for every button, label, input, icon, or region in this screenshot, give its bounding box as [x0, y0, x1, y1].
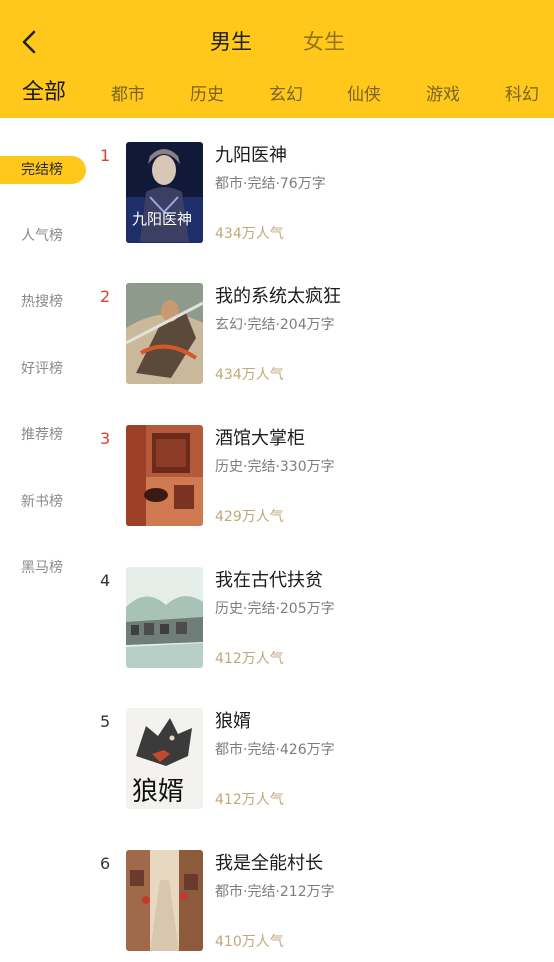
book-meta: 都市·完结·426万字 [215, 742, 335, 758]
book-meta: 玄幻·完结·204万字 [215, 317, 335, 333]
rank-number: 1 [100, 146, 111, 165]
book-item[interactable]: 4 我在古代扶贫 历史·完结·205万字 412万人气 [96, 567, 546, 669]
back-arrow-icon[interactable] [18, 28, 42, 56]
book-item[interactable]: 5 狼婿 狼婿 都市·完结·426万字 412万人气 [96, 708, 546, 810]
svg-text:九阳医神: 九阳医神 [132, 210, 192, 228]
ranking-side-menu: 完结榜 人气榜 热搜榜 好评榜 推荐榜 新书榜 黑马榜 [0, 118, 90, 962]
category-tab-game[interactable]: 游戏 [426, 78, 460, 112]
book-title: 我的系统太疯狂 [215, 286, 341, 307]
category-tab-urban[interactable]: 都市 [111, 78, 145, 112]
side-item-top-rated[interactable]: 好评榜 [0, 355, 86, 383]
book-popularity: 434万人气 [215, 226, 284, 242]
tab-male[interactable]: 男生 [210, 28, 252, 56]
book-cover[interactable]: 狼婿 [126, 708, 203, 809]
rank-number: 5 [100, 712, 111, 731]
svg-text:狼婿: 狼婿 [132, 777, 184, 807]
side-item-hot-search[interactable]: 热搜榜 [0, 288, 86, 316]
category-tab-history[interactable]: 历史 [190, 78, 224, 112]
book-item[interactable]: 2 我的系统太疯狂 玄幻·完结·204万字 434万人气 [96, 283, 546, 385]
book-title: 九阳医神 [215, 145, 287, 166]
category-tab-xianxia[interactable]: 仙侠 [347, 78, 381, 112]
side-item-recommended[interactable]: 推荐榜 [0, 421, 86, 449]
rank-number: 2 [100, 287, 111, 306]
side-item-completed[interactable]: 完结榜 [0, 156, 86, 184]
book-popularity: 412万人气 [215, 792, 284, 808]
category-tab-fantasy[interactable]: 玄幻 [269, 78, 303, 112]
book-meta: 历史·完结·205万字 [215, 601, 335, 617]
book-popularity: 412万人气 [215, 651, 284, 667]
rank-number: 6 [100, 854, 111, 873]
book-title: 酒馆大掌柜 [215, 428, 305, 449]
book-cover[interactable]: 九阳医神 [126, 142, 203, 243]
top-header: 男生 女生 全部 都市 历史 玄幻 仙侠 游戏 科幻 [0, 0, 554, 118]
book-title: 狼婿 [215, 711, 251, 732]
book-popularity: 429万人气 [215, 509, 284, 525]
book-popularity: 410万人气 [215, 934, 284, 950]
book-cover[interactable] [126, 425, 203, 526]
side-item-new-books[interactable]: 新书榜 [0, 488, 86, 516]
book-title: 我在古代扶贫 [215, 570, 323, 591]
rank-number: 3 [100, 429, 111, 448]
book-item[interactable]: 6 我是全能村长 都市·完结·212万字 410万人气 [96, 850, 546, 952]
book-popularity: 434万人气 [215, 367, 284, 383]
book-cover[interactable] [126, 567, 203, 668]
side-item-popular[interactable]: 人气榜 [0, 222, 86, 250]
book-meta: 都市·完结·76万字 [215, 176, 326, 192]
book-item[interactable]: 1 九阳医神 九阳医神 都市·完结·76万字 434万人气 [96, 142, 546, 244]
book-title: 我是全能村长 [215, 853, 323, 874]
side-item-dark-horse[interactable]: 黑马榜 [0, 554, 86, 582]
book-item[interactable]: 3 酒馆大掌柜 历史·完结·330万字 429万人气 [96, 425, 546, 527]
book-meta: 历史·完结·330万字 [215, 459, 335, 475]
book-meta: 都市·完结·212万字 [215, 884, 335, 900]
category-tab-all[interactable]: 全部 [22, 76, 66, 110]
tab-female[interactable]: 女生 [303, 28, 345, 56]
category-tab-scifi[interactable]: 科幻 [505, 78, 539, 112]
rank-number: 4 [100, 571, 111, 590]
book-cover[interactable] [126, 283, 203, 384]
book-cover[interactable] [126, 850, 203, 951]
category-tabs: 全部 都市 历史 玄幻 仙侠 游戏 科幻 [0, 78, 554, 112]
